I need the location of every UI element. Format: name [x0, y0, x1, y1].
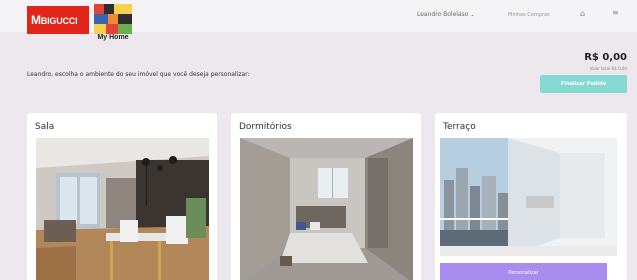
logo-text: BIGUCCI: [40, 16, 78, 26]
room-photo-sala[interactable]: [36, 138, 209, 280]
room-photo-dormitorios[interactable]: [240, 138, 413, 280]
my-home-caption: My Home: [97, 34, 129, 41]
room-card-title: Dormitórios: [239, 122, 292, 132]
my-home-logo[interactable]: My Home: [94, 4, 132, 44]
finish-order-button[interactable]: Finalizar Pedido: [540, 75, 627, 93]
room-card-dormitorios[interactable]: Dormitórios: [231, 113, 421, 280]
room-card-sala[interactable]: Sala: [27, 113, 217, 280]
top-bar: MBIGUCCI My Home Leandro Bolelaso ⌄ Minha…: [0, 0, 637, 41]
instruction-text: Leandro, escolha o ambiente do seu imóve…: [27, 71, 250, 78]
home-icon[interactable]: ⌂: [580, 9, 585, 18]
logo-initial: M: [31, 13, 41, 27]
room-card-title: Sala: [35, 122, 55, 132]
user-name: Leandro Bolelaso: [417, 11, 469, 18]
bigucci-logo[interactable]: MBIGUCCI: [27, 6, 89, 34]
personalize-button[interactable]: Personalizar: [440, 263, 607, 280]
room-photo-terraco[interactable]: [440, 138, 617, 256]
menu-icon[interactable]: ≡: [612, 8, 619, 17]
my-purchases-link[interactable]: Minhas Compras: [508, 12, 550, 18]
order-total-subtext: Valor total R$ 0,00: [589, 66, 627, 71]
my-home-mosaic-icon: [94, 4, 132, 34]
room-card-terraco[interactable]: Terraço Personalizar: [435, 113, 627, 280]
order-total: R$ 0,00: [584, 52, 627, 63]
chevron-down-icon: ⌄: [470, 12, 475, 18]
user-menu[interactable]: Leandro Bolelaso ⌄: [417, 11, 475, 18]
room-card-title: Terraço: [443, 122, 476, 132]
